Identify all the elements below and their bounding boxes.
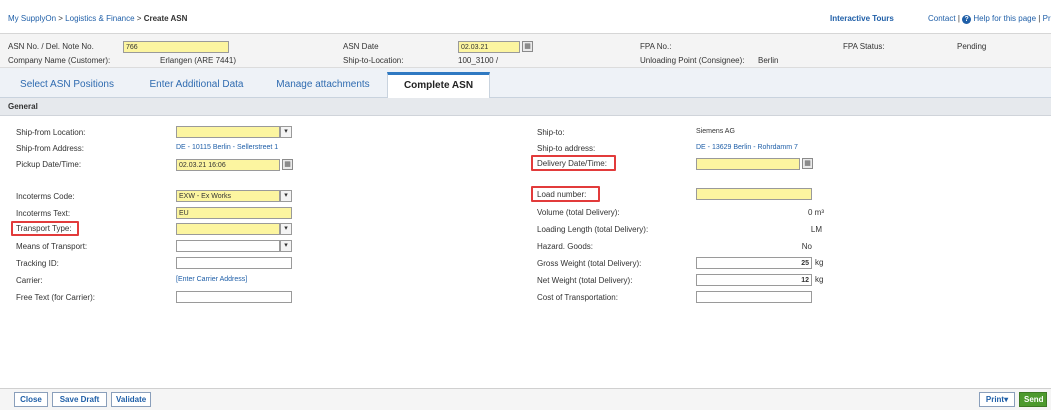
company-value: Erlangen (ARE 7441) (160, 56, 237, 65)
gross-weight-input[interactable]: 25 (696, 257, 812, 269)
print-button[interactable]: Print▾ (979, 392, 1015, 407)
breadcrumb-current: Create ASN (143, 14, 188, 23)
breadcrumb-logistics[interactable]: Logistics & Finance (65, 14, 134, 23)
chevron-down-icon[interactable]: ▾ (280, 223, 292, 235)
asn-no-input[interactable]: 766 (123, 41, 229, 53)
ship-to-address-label: Ship-to address: (537, 144, 596, 153)
tab-select-asn-positions[interactable]: Select ASN Positions (0, 72, 134, 98)
asn-no-label: ASN No. / Del. Note No. (8, 42, 94, 51)
means-of-transport-label: Means of Transport: (16, 242, 88, 251)
nav-separator: | (1038, 14, 1041, 23)
chevron-down-icon[interactable]: ▾ (280, 126, 292, 138)
footer-bar (0, 388, 1051, 410)
net-weight-input[interactable]: 12 (696, 274, 812, 286)
help-link[interactable]: Help for this page (973, 14, 1036, 23)
calendar-icon[interactable]: ▦ (802, 158, 813, 169)
print-link[interactable]: Pri (1043, 14, 1051, 23)
load-number-input[interactable] (696, 188, 812, 200)
hazard-goods-value: No (801, 242, 812, 251)
company-label: Company Name (Customer): (8, 56, 111, 65)
calendar-icon[interactable]: ▦ (282, 159, 293, 170)
chevron-down-icon[interactable]: ▾ (280, 190, 292, 202)
nav-separator: | (957, 14, 960, 23)
fpa-no-label: FPA No.: (640, 42, 672, 51)
incoterms-code-label: Incoterms Code: (16, 192, 75, 201)
breadcrumb: My SupplyOn > Logistics & Finance > Crea… (8, 14, 187, 23)
ship-from-address-link[interactable]: DE - 10115 Berlin - Sellerstreet 1 (176, 144, 278, 151)
loading-length-label: Loading Length (total Delivery): (537, 225, 649, 234)
asn-date-label: ASN Date (343, 42, 379, 51)
incoterms-code-select[interactable]: EXW - Ex Works (176, 190, 280, 202)
ship-from-location-label: Ship-from Location: (16, 128, 86, 137)
net-weight-label: Net Weight (total Delivery): (537, 276, 633, 285)
tab-enter-additional-data[interactable]: Enter Additional Data (134, 72, 259, 98)
ship-to-address-link[interactable]: DE - 13629 Berlin - Rohrdamm 7 (696, 144, 798, 151)
ship-from-address-label: Ship-from Address: (16, 144, 85, 153)
top-nav-links: Contact | ? Help for this page | Pri (928, 14, 1051, 24)
fpa-status-value: Pending (957, 42, 987, 51)
ship-to-location-value: 100_3100 / (458, 56, 499, 65)
load-number-label: Load number: (537, 190, 587, 199)
tracking-id-input[interactable] (176, 257, 292, 269)
hazard-goods-label: Hazard. Goods: (537, 242, 594, 251)
tracking-id-label: Tracking ID: (16, 259, 59, 268)
ship-to-value: Siemens AG (696, 128, 735, 135)
cost-of-transportation-label: Cost of Transportation: (537, 293, 618, 302)
validate-button[interactable]: Validate (111, 392, 151, 407)
delivery-date-label: Delivery Date/Time: (537, 159, 607, 168)
free-text-input[interactable] (176, 291, 292, 303)
help-icon[interactable]: ? (962, 15, 972, 24)
contact-link[interactable]: Contact (928, 14, 956, 23)
ship-to-label: Ship-to: (537, 128, 565, 137)
chevron-down-icon: ▾ (1004, 395, 1009, 404)
breadcrumb-mysupplyon[interactable]: My SupplyOn (8, 14, 56, 23)
breadcrumb-separator: > (58, 14, 63, 23)
tab-manage-attachments[interactable]: Manage attachments (259, 72, 387, 98)
carrier-label: Carrier: (16, 276, 43, 285)
delivery-date-input[interactable] (696, 158, 800, 170)
fpa-status-label: FPA Status: (843, 42, 885, 51)
unloading-point-value: Berlin (758, 56, 779, 65)
ship-from-location-select[interactable] (176, 126, 280, 138)
calendar-icon[interactable]: ▦ (522, 41, 533, 52)
pickup-date-input[interactable]: 02.03.21 16:06 (176, 159, 280, 171)
close-button[interactable]: Close (14, 392, 48, 407)
print-button-label: Print (985, 395, 1005, 404)
save-draft-button[interactable]: Save Draft (52, 392, 107, 407)
gross-weight-label: Gross Weight (total Delivery): (537, 259, 642, 268)
transport-type-label: Transport Type: (16, 224, 72, 233)
unloading-point-label: Unloading Point (Consignee): (640, 56, 745, 65)
section-general-title: General (0, 98, 1051, 116)
transport-type-select[interactable] (176, 223, 280, 235)
breadcrumb-separator: > (136, 14, 142, 23)
incoterms-text-label: Incoterms Text: (16, 209, 71, 218)
loading-length-value: LM (810, 225, 822, 234)
interactive-tours-link[interactable]: Interactive Tours (830, 14, 894, 23)
means-of-transport-select[interactable] (176, 240, 280, 252)
chevron-down-icon[interactable]: ▾ (280, 240, 292, 252)
volume-label: Volume (total Delivery): (537, 208, 620, 217)
net-weight-unit: kg (815, 275, 824, 284)
enter-carrier-address-link[interactable]: [Enter Carrier Address] (176, 276, 247, 283)
pickup-date-label: Pickup Date/Time: (16, 160, 82, 169)
send-button[interactable]: Send (1019, 392, 1047, 407)
asn-date-input[interactable]: 02.03.21 (458, 41, 520, 53)
free-text-label: Free Text (for Carrier): (16, 293, 95, 302)
gross-weight-unit: kg (815, 258, 824, 267)
incoterms-text-input[interactable]: EU (176, 207, 292, 219)
volume-value: 0 m³ (808, 208, 824, 217)
tab-complete-asn[interactable]: Complete ASN (387, 72, 490, 98)
ship-to-location-label: Ship-to-Location: (343, 56, 404, 65)
cost-of-transportation-input[interactable] (696, 291, 812, 303)
